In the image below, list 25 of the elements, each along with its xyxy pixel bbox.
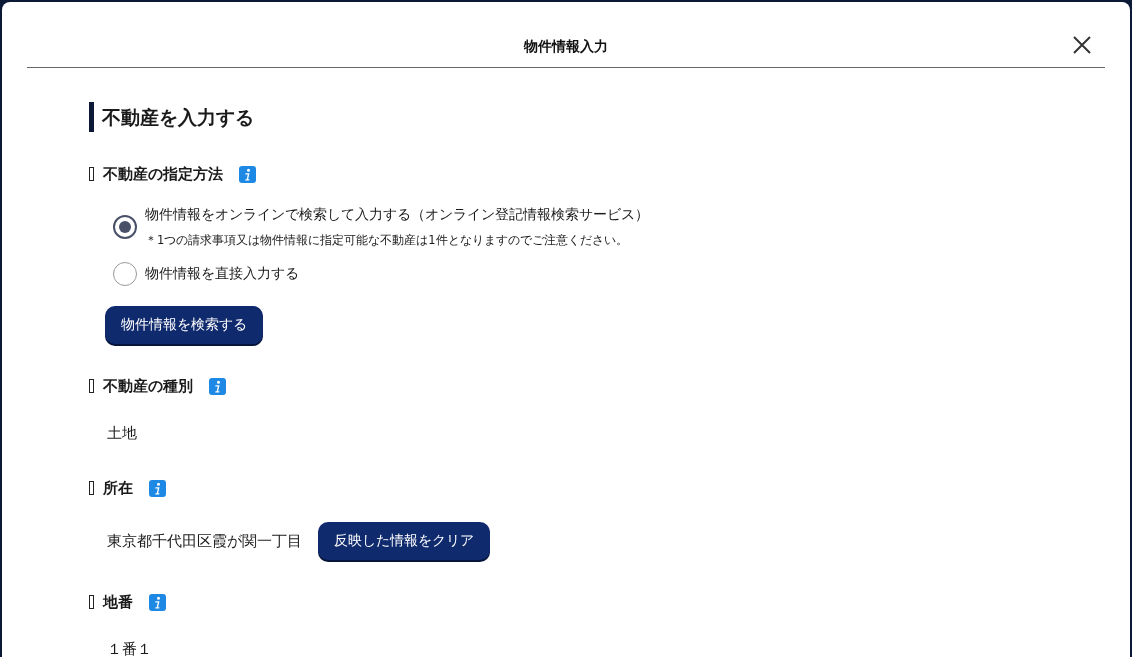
field-label: 地番 [103, 592, 133, 612]
info-icon[interactable] [149, 593, 166, 611]
dialog-title: 物件情報入力 [524, 37, 608, 56]
option-note: ＊1つの請求事項又は物件情報に指定可能な不動産は1件となりますのでご注意ください。 [145, 233, 629, 248]
marker-icon [89, 595, 94, 609]
radio-button[interactable] [113, 215, 137, 239]
info-icon[interactable] [149, 479, 166, 497]
field-label: 不動産の種別 [103, 376, 193, 396]
info-icon[interactable] [209, 377, 226, 395]
field-label: 不動産の指定方法 [103, 164, 223, 184]
search-button[interactable]: 物件情報を検索する [105, 306, 263, 344]
info-icon[interactable] [239, 165, 256, 183]
field-value: 東京都千代田区霞が関一丁目 [107, 531, 302, 551]
clear-button[interactable]: 反映した情報をクリア [318, 522, 490, 560]
marker-icon [89, 167, 94, 181]
option-label[interactable]: 物件情報をオンラインで検索して入力する（オンライン登記情報検索サービス） [145, 206, 649, 224]
close-icon[interactable] [1073, 36, 1091, 54]
field-value: 土地 [107, 423, 137, 443]
option-label[interactable]: 物件情報を直接入力する [145, 265, 299, 283]
field-label: 所在 [103, 478, 133, 498]
marker-icon [89, 379, 94, 393]
field-value: １番１ [107, 639, 152, 657]
radio-button[interactable] [113, 262, 137, 286]
marker-icon [89, 481, 94, 495]
section-heading: 不動産を入力する [89, 102, 1105, 132]
